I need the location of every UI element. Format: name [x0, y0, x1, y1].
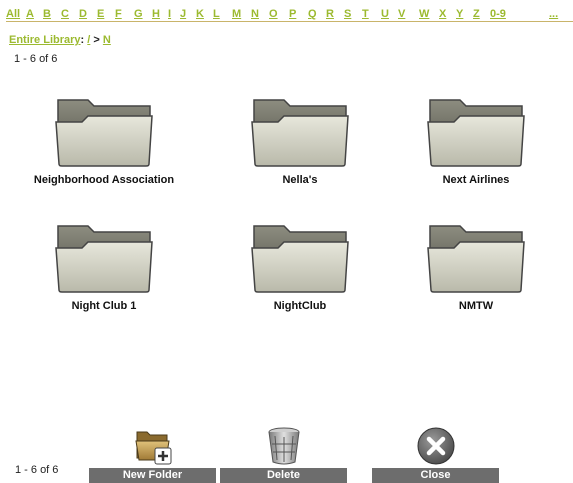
alpha-link-k[interactable]: K	[196, 8, 204, 20]
folder-item[interactable]: Nella's	[205, 94, 395, 214]
alpha-link-v[interactable]: V	[398, 8, 405, 20]
folder-name: Nella's	[282, 174, 318, 186]
delete-button[interactable]: Delete	[220, 426, 347, 483]
close-button[interactable]: Close	[372, 426, 499, 483]
folder-icon	[251, 225, 349, 293]
alpha-link-h[interactable]: H	[152, 8, 160, 20]
alpha-link-q[interactable]: Q	[308, 8, 317, 20]
folder-item[interactable]: NightClub	[205, 220, 395, 340]
folder-icon	[427, 225, 525, 293]
alpha-link-b[interactable]: B	[43, 8, 51, 20]
folder-name: Neighborhood Association	[33, 174, 175, 186]
result-count-top: 1 - 6 of 6	[14, 53, 58, 65]
alphabet-nav: All A B C D E F G H I J K L M N O P Q R S T U V W X Y Z 0-9...	[6, 2, 573, 22]
breadcrumb-slash-link[interactable]: /	[87, 34, 90, 46]
folder-icon	[251, 99, 349, 167]
folder-item[interactable]: Next Airlines	[381, 94, 571, 214]
alpha-link-j[interactable]: J	[180, 8, 186, 20]
alpha-link-u[interactable]: U	[381, 8, 389, 20]
alpha-link-x[interactable]: X	[439, 8, 446, 20]
alpha-link-a[interactable]: A	[26, 8, 34, 20]
folder-name: NMTW	[458, 300, 494, 312]
alpha-link-y[interactable]: Y	[456, 8, 463, 20]
alpha-link-r[interactable]: R	[326, 8, 334, 20]
new-folder-button[interactable]: New Folder	[89, 426, 216, 483]
alpha-link-f[interactable]: F	[115, 8, 122, 20]
alpha-link-o[interactable]: O	[269, 8, 278, 20]
folder-item[interactable]: NMTW	[381, 220, 571, 340]
trash-icon	[268, 427, 299, 465]
folder-name: Next Airlines	[442, 174, 510, 186]
alpha-link-c[interactable]: C	[61, 8, 69, 20]
folder-name: NightClub	[273, 300, 327, 312]
new-folder-label: New Folder	[89, 468, 216, 483]
alpha-link-m[interactable]: M	[232, 8, 241, 20]
alpha-link-g[interactable]: G	[134, 8, 143, 20]
folder-item[interactable]: Night Club 1	[9, 220, 199, 340]
breadcrumb-colon: :	[80, 34, 85, 46]
breadcrumb-root-link[interactable]: Entire Library	[9, 34, 81, 46]
close-icon	[417, 427, 454, 465]
alpha-link-more[interactable]: ...	[549, 8, 558, 20]
alpha-link-n[interactable]: N	[251, 8, 259, 20]
alpha-link-s[interactable]: S	[344, 8, 351, 20]
new-folder-icon	[134, 431, 171, 465]
alpha-link-l[interactable]: L	[213, 8, 220, 20]
breadcrumb-current-link[interactable]: N	[103, 34, 111, 46]
folder-icon	[55, 225, 153, 293]
folder-icon	[427, 99, 525, 167]
alpha-link-0-9[interactable]: 0-9	[490, 8, 506, 20]
breadcrumb-arrow: >	[93, 34, 100, 46]
alpha-link-i[interactable]: I	[168, 8, 171, 20]
result-count-bottom: 1 - 6 of 6	[15, 464, 59, 476]
alpha-link-z[interactable]: Z	[473, 8, 480, 20]
folder-icon	[55, 99, 153, 167]
alpha-link-d[interactable]: D	[79, 8, 87, 20]
delete-label: Delete	[220, 468, 347, 483]
alpha-link-p[interactable]: P	[289, 8, 296, 20]
folder-item[interactable]: Neighborhood Association	[9, 94, 199, 214]
alpha-link-e[interactable]: E	[97, 8, 104, 20]
alpha-link-t[interactable]: T	[362, 8, 369, 20]
close-label: Close	[372, 468, 499, 483]
breadcrumb: Entire Library: / > N	[9, 34, 111, 46]
alpha-link-w[interactable]: W	[419, 8, 429, 20]
alpha-link-all[interactable]: All	[6, 8, 20, 20]
folder-name: Night Club 1	[71, 300, 137, 312]
